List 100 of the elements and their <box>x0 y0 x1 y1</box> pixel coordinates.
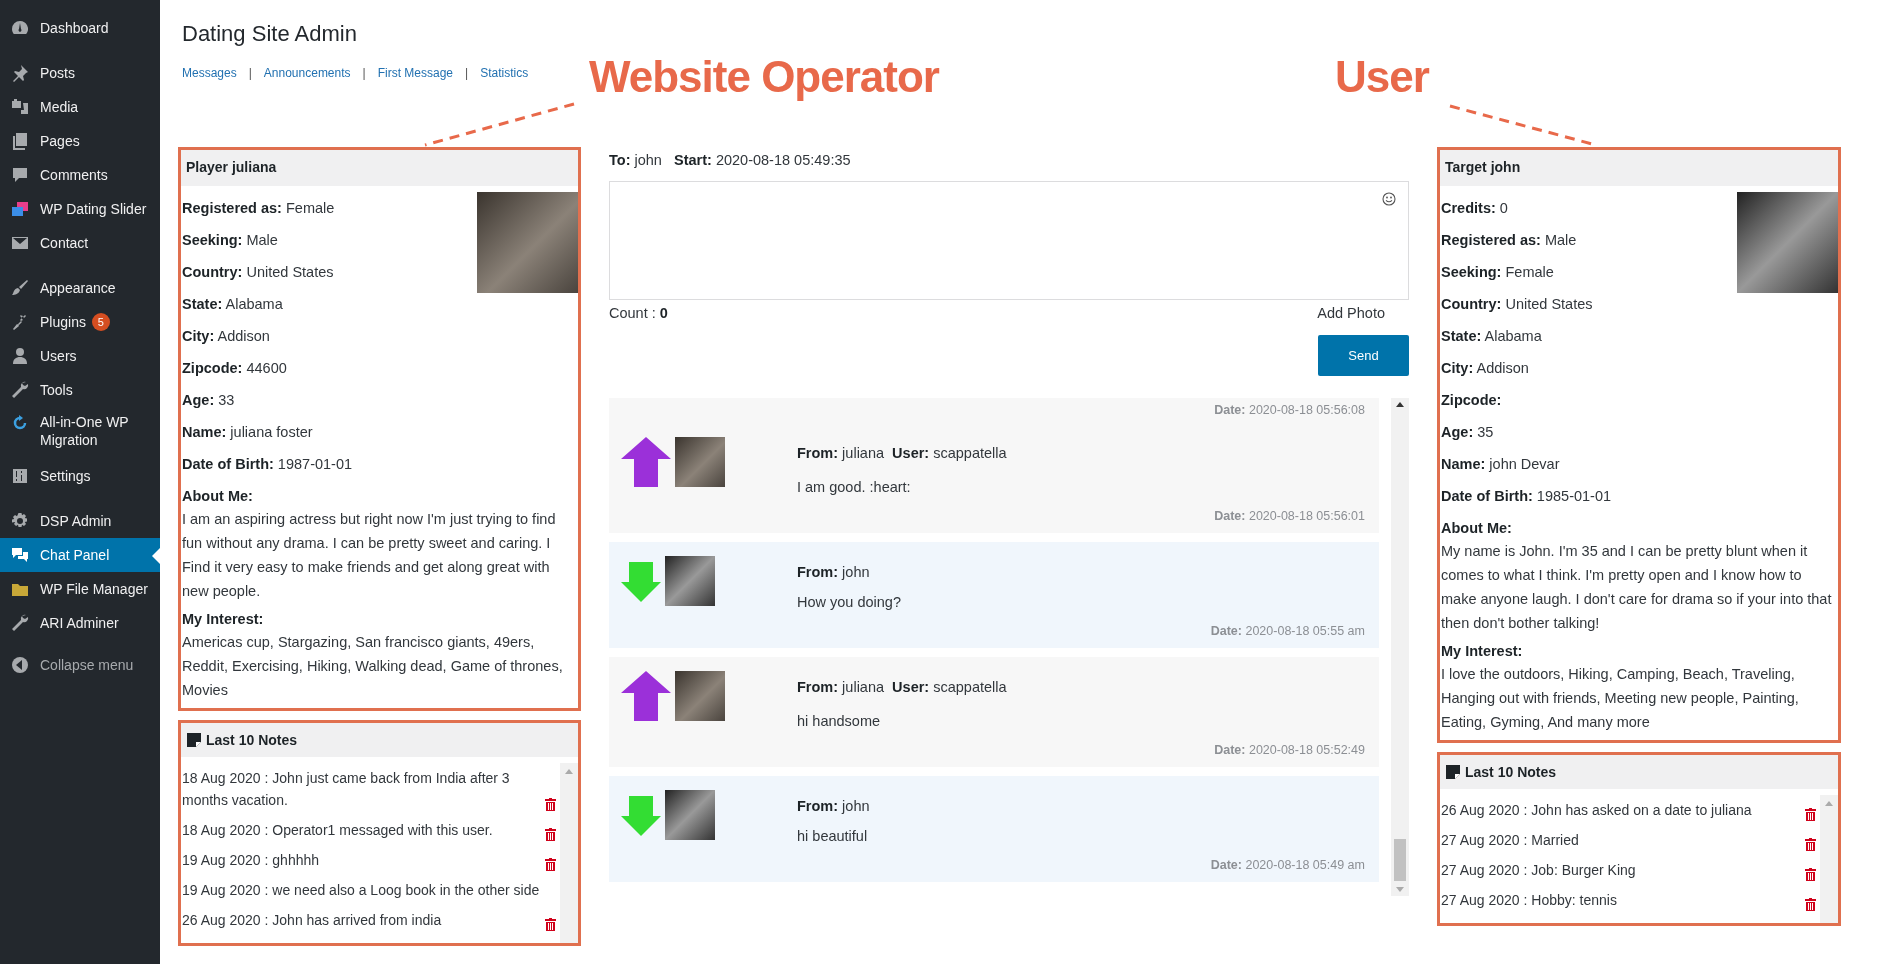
note-text: 27 Aug 2020 : Married <box>1441 831 1580 850</box>
profile-field: State: Alabama <box>181 288 578 320</box>
profile-field: City: Addison <box>181 320 578 352</box>
menu-item[interactable]: Media <box>0 90 160 124</box>
message-input[interactable] <box>609 181 1409 300</box>
field-label: My Interest: <box>1440 642 1524 661</box>
menu-item[interactable]: Appearance <box>0 271 160 305</box>
menu-item[interactable]: Tools <box>0 373 160 407</box>
update-count-badge: 5 <box>91 313 110 331</box>
profile-field: Seeking: Male <box>181 224 578 256</box>
menu-item[interactable]: All-in-One WP Migration <box>0 407 160 459</box>
scroll-up-arrow-icon <box>565 769 573 774</box>
menu-item[interactable]: Pages <box>0 124 160 158</box>
character-count: Count : 0 <box>609 304 668 323</box>
profile-field: Age: 33 <box>181 384 578 416</box>
menu-item[interactable]: Posts <box>0 56 160 90</box>
menu-item[interactable]: Settings <box>0 459 160 493</box>
trash-icon[interactable] <box>1805 808 1816 821</box>
field-label: About Me: <box>1440 519 1513 538</box>
message-date: Date: 2020-08-18 05:55 am <box>1210 623 1365 638</box>
trash-icon[interactable] <box>1805 868 1816 881</box>
message-sender: From: john <box>797 797 871 816</box>
scrollbar[interactable] <box>560 763 578 943</box>
message-text: How you doing? <box>797 593 902 612</box>
menu-item[interactable]: Dashboard <box>0 11 160 45</box>
trash-icon[interactable] <box>1805 898 1816 911</box>
profile-field: Country: United States <box>181 256 578 288</box>
menu-item[interactable]: WP Dating Slider <box>0 192 160 226</box>
profile-field: Name: juliana foster <box>181 416 578 448</box>
profile-field: Zipcode: 44600 <box>181 352 578 384</box>
sticky-note-icon <box>1446 765 1460 779</box>
profile-field: Age: 35 <box>1440 416 1838 448</box>
menu-item[interactable]: Comments <box>0 158 160 192</box>
menu-item[interactable]: Chat Panel <box>0 538 160 572</box>
profile-field: City: Addison <box>1440 352 1838 384</box>
up-arrow-icon <box>621 671 671 721</box>
send-button[interactable]: Send <box>1318 335 1409 376</box>
media-icon <box>10 97 30 117</box>
nav-link[interactable]: First Message <box>377 66 454 80</box>
photo-placeholder <box>665 790 715 840</box>
note-text: 26 Aug 2020 : John has asked on a date to juliana <box>1441 801 1753 820</box>
note-text: 27 Aug 2020 : Job: Burger King <box>1441 861 1637 880</box>
pages-icon <box>10 131 30 151</box>
menu-item[interactable]: Users <box>0 339 160 373</box>
panel-title: Target john <box>1445 159 1521 175</box>
scroll-up-arrow-icon <box>1825 801 1833 806</box>
up-arrow-icon <box>621 437 671 487</box>
scrollbar-thumb[interactable] <box>1394 839 1406 881</box>
sticky-note-icon <box>187 733 201 747</box>
menu-item[interactable]: WP File Manager <box>0 572 160 606</box>
add-photo-link[interactable]: Add Photo <box>1317 303 1385 323</box>
field-label: My Interest: <box>181 610 265 629</box>
nav-link[interactable]: Statistics <box>480 66 529 80</box>
note-text: 18 Aug 2020 : Operator1 messaged with this user. <box>182 821 494 840</box>
message-text: hi handsome <box>797 712 882 731</box>
annotation-label: Website Operator <box>589 52 939 102</box>
note-text: 18 Aug 2020 : John just came back from India after 3 months vacation. <box>182 769 511 810</box>
menu-item[interactable]: Contact <box>0 226 160 260</box>
nav-link[interactable]: Announcements <box>263 66 351 80</box>
chat-info: To: john Start: 2020-08-18 05:49:35 <box>609 151 852 170</box>
smiley-icon[interactable] <box>1382 192 1396 206</box>
menu-item[interactable]: DSP Admin <box>0 504 160 538</box>
scrollbar[interactable] <box>1391 398 1409 896</box>
profile-field: Country: United States <box>1440 288 1838 320</box>
annotation-label: User <box>1335 52 1429 102</box>
sliders-icon <box>10 466 30 486</box>
field-text: I am an aspiring actress but right now I'm just trying to find fun without any drama. I can be pretty sweet and caring. I Find it very easy to make friends and get along great with new people. <box>181 510 557 601</box>
trash-icon[interactable] <box>545 858 556 871</box>
photo-placeholder <box>675 437 725 487</box>
message-sender: From: juliana User: scappatella <box>797 444 1008 463</box>
person-icon <box>10 346 30 366</box>
trash-icon[interactable] <box>545 918 556 931</box>
trash-icon[interactable] <box>545 798 556 811</box>
slides-icon <box>10 199 30 219</box>
wrench-icon <box>10 613 30 633</box>
trash-icon[interactable] <box>1805 838 1816 851</box>
profile-field: State: Alabama <box>1440 320 1838 352</box>
speech-bubble-icon <box>10 165 30 185</box>
scroll-up-arrow-icon <box>1396 402 1404 407</box>
menu-item[interactable]: Plugins 5 <box>0 305 160 339</box>
nav-link[interactable]: Messages <box>182 66 237 80</box>
paintbrush-icon <box>10 278 30 298</box>
field-text: I love the outdoors, Hiking, Camping, Beach, Traveling, Hanging out with friends, Meeting new people, Painting, Eating, Gyming, And many more <box>1440 665 1800 732</box>
field-label: About Me: <box>181 487 254 506</box>
message-sender: From: juliana User: scappatella <box>797 678 1008 697</box>
scrollbar[interactable] <box>1820 795 1838 923</box>
profile-field: Zipcode: <box>1440 384 1838 416</box>
profile-field: Date of Birth: 1987-01-01 <box>181 448 578 480</box>
menu-item[interactable]: ARI Adminer <box>0 606 160 640</box>
profile-field: Registered as: Female <box>181 192 578 224</box>
profile-field: Registered as: Male <box>1440 224 1838 256</box>
panel-title: Last 10 Notes <box>1465 764 1557 780</box>
profile-field: Name: john Devar <box>1440 448 1838 480</box>
field-text: Americas cup, Stargazing, San francisco giants, 49ers, Reddit, Exercising, Hiking, Walking dead, Game of thrones, Movies <box>181 633 564 700</box>
profile-field: Date of Birth: 1985-01-01 <box>1440 480 1838 512</box>
link-separator: | <box>362 66 366 80</box>
collapse-menu-button[interactable]: Collapse menu <box>0 651 160 679</box>
trash-icon[interactable] <box>545 828 556 841</box>
wrench-icon <box>10 380 30 400</box>
profile-field: Credits: 0 <box>1440 192 1838 224</box>
